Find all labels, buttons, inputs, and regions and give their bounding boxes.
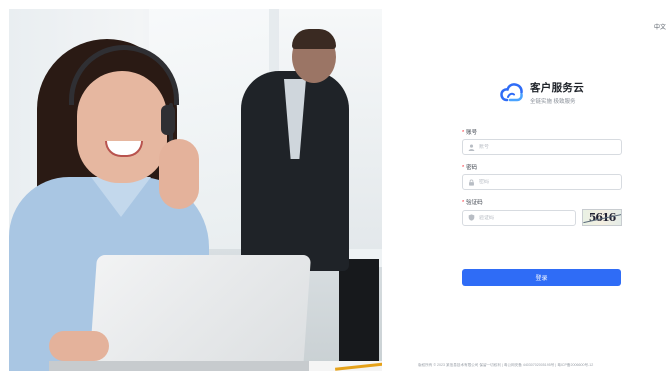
login-page: 中文 客户服务云 全链实施 极致服务 *账号 *密码 <box>0 0 672 371</box>
man-leg <box>339 259 379 371</box>
login-form: *账号 *密码 *验证码 <box>462 128 622 234</box>
laptop <box>88 255 312 371</box>
cloud-logo-icon <box>500 82 523 101</box>
required-mark: * <box>462 165 465 171</box>
footer-copyright: 版权所有 © 2023 某信息技术有限公司 保留一切权利 | 粤公网安备 440… <box>418 363 594 367</box>
captcha-label: * 验证码 <box>462 200 483 206</box>
required-mark: * <box>462 200 465 206</box>
captcha-image[interactable]: 5616 <box>582 209 622 226</box>
account-row: * 账号 <box>462 128 622 155</box>
lock-icon <box>468 179 475 186</box>
required-mark: * <box>462 130 465 136</box>
brand: 客户服务云 全链实施 极致服务 <box>500 80 584 105</box>
user-icon <box>468 144 475 151</box>
brand-title: 客户服务云 <box>530 82 584 94</box>
password-row: * 密码 <box>462 163 622 190</box>
brand-subtitle: 全链实施 极致服务 <box>530 99 576 105</box>
password-input[interactable] <box>479 179 621 185</box>
login-button[interactable]: 登录 <box>462 269 621 286</box>
woman-hand-typing <box>49 331 109 361</box>
language-switch[interactable]: 中文 <box>654 22 666 31</box>
woman-hand <box>159 139 199 209</box>
hero-photo <box>9 9 382 371</box>
account-input[interactable] <box>479 144 621 150</box>
man-hair <box>292 29 336 49</box>
account-label: * 账号 <box>462 130 478 136</box>
password-label: * 密码 <box>462 165 478 171</box>
captcha-row: *验证码 5616 <box>462 198 622 226</box>
password-field[interactable] <box>462 174 622 190</box>
shield-icon <box>468 214 475 221</box>
account-field[interactable] <box>462 139 622 155</box>
captcha-field[interactable] <box>462 209 576 226</box>
captcha-input[interactable] <box>479 214 575 221</box>
laptop-base <box>49 361 339 371</box>
